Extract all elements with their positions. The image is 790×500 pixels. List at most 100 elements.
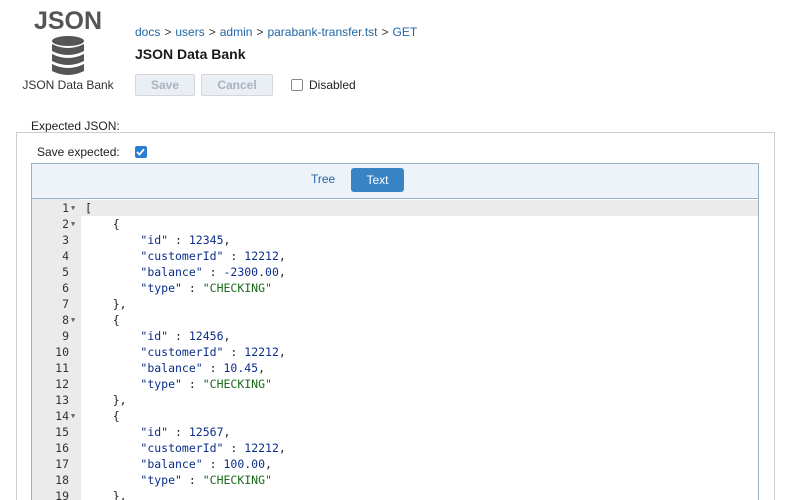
code-line: 19 }, bbox=[32, 488, 758, 500]
logo-caption: JSON Data Bank bbox=[22, 78, 114, 92]
code-text: "customerId" : 12212, bbox=[85, 440, 285, 456]
tab-tree[interactable]: Tree bbox=[311, 172, 335, 186]
line-number: 14 bbox=[55, 409, 69, 423]
code-line: 14 ▼ { bbox=[32, 408, 758, 424]
line-number: 2 bbox=[62, 217, 69, 231]
code-token-num: -2300.00 bbox=[223, 265, 279, 279]
code-token-punc: , bbox=[265, 457, 272, 471]
code-token-punc: , bbox=[278, 249, 286, 263]
code-token-punc: }, bbox=[85, 489, 127, 500]
line-number: 16 bbox=[55, 441, 69, 455]
disabled-label: Disabled bbox=[309, 78, 356, 92]
json-editor: Tree Text 1 ▼[2 ▼ {3 "id" : 12345, 4 "custo… bbox=[31, 163, 759, 500]
breadcrumb: docs > users > admin > parabank-transfer.tst > G… bbox=[135, 25, 417, 39]
code-line: 18 "type" : "CHECKING" bbox=[32, 472, 758, 488]
code-token-num: 12456 bbox=[188, 329, 224, 343]
breadcrumb-test-file[interactable]: parabank-transfer.tst bbox=[267, 25, 377, 39]
fold-arrow-icon[interactable]: ▼ bbox=[71, 408, 75, 424]
code-token-punc: , bbox=[278, 345, 286, 359]
code-token-punc: , bbox=[223, 425, 231, 439]
code-token-punc bbox=[85, 281, 140, 295]
code-token-key: "balance" bbox=[140, 265, 203, 279]
line-number: 3 bbox=[62, 233, 69, 247]
breadcrumb-admin[interactable]: admin bbox=[220, 25, 253, 39]
code-token-num: 12212 bbox=[244, 441, 279, 455]
code-token-punc bbox=[85, 441, 140, 455]
code-text: "id" : 12456, bbox=[85, 328, 230, 344]
breadcrumb-docs[interactable]: docs bbox=[135, 25, 160, 39]
fold-arrow-icon[interactable]: ▼ bbox=[71, 216, 75, 232]
code-token-punc: , bbox=[278, 265, 286, 279]
code-token-punc: , bbox=[223, 329, 231, 343]
code-token-str: "CHECKING" bbox=[202, 473, 272, 487]
code-area[interactable]: 1 ▼[2 ▼ {3 "id" : 12345, 4 "customerId" : 1… bbox=[32, 199, 758, 500]
line-number: 9 bbox=[62, 329, 69, 343]
cancel-button[interactable]: Cancel bbox=[201, 74, 273, 96]
code-token-str: "CHECKING" bbox=[202, 377, 272, 391]
breadcrumb-separator: > bbox=[256, 25, 264, 39]
save-button[interactable]: Save bbox=[135, 74, 195, 96]
code-line: 8 ▼ { bbox=[32, 312, 758, 328]
code-token-num: 10.45 bbox=[223, 361, 259, 375]
save-expected-checkbox[interactable] bbox=[134, 146, 147, 158]
line-number: 8 bbox=[62, 313, 69, 327]
code-line: 7 }, bbox=[32, 296, 758, 312]
line-number: 15 bbox=[55, 425, 69, 439]
line-number: 5 bbox=[62, 265, 69, 279]
code-line: 5 "balance" : -2300.00, bbox=[32, 264, 758, 280]
code-token-punc: : bbox=[202, 361, 224, 375]
checkmark-icon bbox=[136, 148, 145, 156]
code-text: "balance" : -2300.00, bbox=[85, 264, 286, 280]
code-text: "id" : 12345, bbox=[85, 232, 230, 248]
code-token-punc: }, bbox=[85, 297, 127, 311]
expected-json-label: Expected JSON: bbox=[31, 119, 120, 133]
code-token-key: "customerId" bbox=[140, 249, 224, 263]
code-line: 13 }, bbox=[32, 392, 758, 408]
line-number: 19 bbox=[55, 489, 69, 500]
code-token-punc: : bbox=[168, 233, 189, 247]
code-token-key: "balance" bbox=[140, 361, 203, 375]
line-number: 6 bbox=[62, 281, 69, 295]
code-token-num: 12345 bbox=[188, 233, 224, 247]
tab-text[interactable]: Text bbox=[351, 168, 404, 192]
line-number: 13 bbox=[55, 393, 69, 407]
code-line: 3 "id" : 12345, bbox=[32, 232, 758, 248]
code-token-punc: : bbox=[223, 345, 245, 359]
disabled-toggle[interactable]: Disabled bbox=[291, 78, 356, 92]
code-token-punc: [ bbox=[85, 201, 92, 215]
code-token-punc: , bbox=[258, 361, 266, 375]
disabled-checkbox[interactable] bbox=[291, 79, 303, 91]
breadcrumb-users[interactable]: users bbox=[175, 25, 204, 39]
database-icon bbox=[52, 36, 84, 75]
code-text: "type" : "CHECKING" bbox=[85, 472, 272, 488]
code-token-punc: : bbox=[181, 473, 203, 487]
code-line: 11 "balance" : 10.45, bbox=[32, 360, 758, 376]
code-text: "type" : "CHECKING" bbox=[85, 376, 272, 392]
save-expected-label: Save expected: bbox=[37, 145, 120, 159]
code-token-punc bbox=[85, 249, 140, 263]
code-token-punc: : bbox=[168, 329, 189, 343]
code-token-str: "CHECKING" bbox=[202, 281, 272, 295]
breadcrumb-get[interactable]: GET bbox=[393, 25, 418, 39]
code-token-num: 100.00 bbox=[223, 457, 266, 471]
page-title: JSON Data Bank bbox=[135, 46, 246, 62]
editor-mode-toolbar: Tree Text bbox=[32, 164, 758, 199]
fold-arrow-icon[interactable]: ▼ bbox=[71, 200, 75, 216]
code-token-punc bbox=[85, 329, 140, 343]
line-number: 18 bbox=[55, 473, 69, 487]
code-token-punc: { bbox=[85, 313, 120, 327]
fold-arrow-icon[interactable]: ▼ bbox=[71, 312, 75, 328]
code-token-punc bbox=[85, 361, 140, 375]
code-token-punc: : bbox=[202, 457, 224, 471]
code-token-key: "id" bbox=[140, 329, 169, 343]
code-line: 12 "type" : "CHECKING" bbox=[32, 376, 758, 392]
code-token-key: "customerId" bbox=[140, 345, 224, 359]
code-token-num: 12212 bbox=[244, 345, 279, 359]
code-text: }, bbox=[85, 488, 127, 500]
code-token-punc: }, bbox=[85, 393, 127, 407]
code-token-key: "id" bbox=[140, 233, 169, 247]
code-text: "customerId" : 12212, bbox=[85, 248, 286, 264]
code-text: }, bbox=[85, 392, 127, 408]
code-token-key: "balance" bbox=[140, 457, 203, 471]
code-token-punc bbox=[85, 473, 140, 487]
